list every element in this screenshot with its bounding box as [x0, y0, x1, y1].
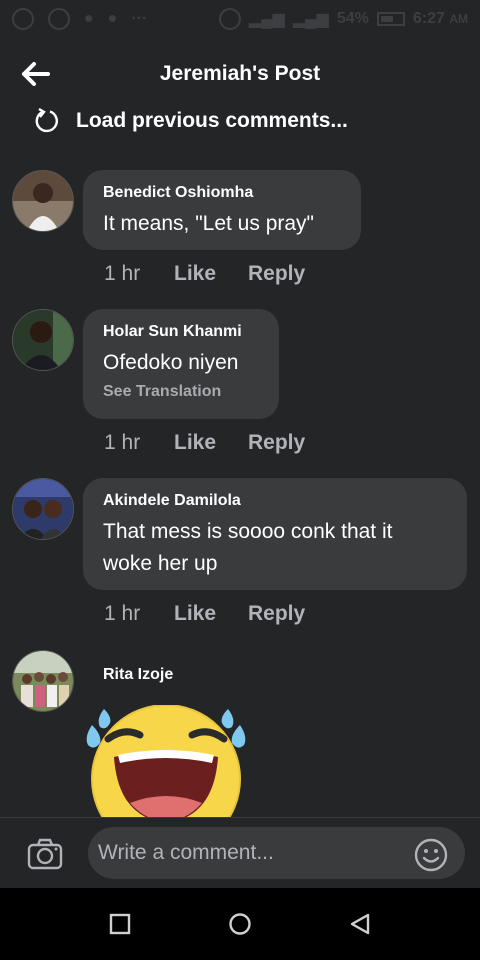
comment-bubble[interactable]: Akindele Damilola That mess is soooo con…: [83, 478, 467, 590]
comment-time: 1 hr: [104, 602, 141, 625]
load-previous-label: Load previous comments...: [76, 109, 348, 132]
system-nav-bar: [0, 888, 480, 960]
reply-button[interactable]: Reply: [248, 431, 305, 455]
comment-time: 1 hr: [104, 431, 141, 454]
reply-button[interactable]: Reply: [248, 602, 305, 626]
like-button[interactable]: Like: [174, 602, 248, 626]
home-icon[interactable]: [228, 912, 252, 936]
person-icon: ●: [107, 10, 118, 27]
avatar[interactable]: [12, 478, 74, 540]
comment-actions: 1 hr Like Reply: [104, 602, 305, 626]
shield-icon: [12, 8, 34, 30]
comment-author[interactable]: Akindele Damilola: [103, 492, 447, 510]
laughing-emoji-sticker[interactable]: [82, 705, 250, 817]
clock-time: 6:27: [412, 10, 445, 27]
avatar[interactable]: [12, 170, 74, 232]
avatar[interactable]: [12, 650, 74, 712]
signal-icon: ▂▄▆: [248, 11, 285, 28]
comment-text: It means, "Let us pray": [103, 212, 315, 235]
recent-apps-icon[interactable]: [108, 912, 132, 936]
comment-text: Ofedoko niyen: [103, 351, 239, 374]
like-button[interactable]: Like: [174, 262, 248, 286]
facebook-icon: [48, 8, 70, 30]
battery-icon: [376, 12, 405, 26]
comment-composer: [0, 817, 480, 889]
more-icon: ···: [131, 10, 148, 27]
battery-percent: 54%: [336, 10, 369, 27]
signal-icon: ▂▄▆: [292, 11, 329, 28]
header: Jeremiah's Post: [0, 52, 480, 96]
person-icon: ●: [84, 10, 94, 27]
avatar[interactable]: [12, 309, 74, 371]
alarm-icon: [218, 8, 241, 30]
reply-button[interactable]: Reply: [248, 262, 305, 286]
emoji-icon[interactable]: [414, 838, 448, 872]
page-title: Jeremiah's Post: [159, 62, 321, 85]
camera-icon[interactable]: [27, 838, 63, 870]
comment-time: 1 hr: [104, 262, 141, 285]
comment-text: That mess is soooo conk that it woke her…: [103, 520, 393, 575]
clock-ampm: AM: [449, 12, 468, 26]
see-translation-link[interactable]: See Translation: [103, 383, 259, 401]
clock: 6:27 AM: [413, 10, 468, 28]
comment-actions: 1 hr Like Reply: [104, 262, 305, 286]
back-icon[interactable]: [348, 912, 372, 936]
comment-author[interactable]: Benedict Oshiomha: [103, 184, 341, 202]
load-previous-comments-button[interactable]: Load previous comments...: [34, 108, 348, 134]
refresh-icon: [35, 108, 58, 133]
comment-author[interactable]: Holar Sun Khanmi: [103, 323, 259, 341]
comment-bubble[interactable]: Holar Sun Khanmi Ofedoko niyen See Trans…: [83, 309, 279, 419]
comment-author[interactable]: Rita Izoje: [103, 666, 173, 684]
status-bar: ● ● ··· ▂▄▆ ▂▄▆ 54% 6:27 AM: [0, 0, 480, 38]
comment-actions: 1 hr Like Reply: [104, 431, 305, 455]
like-button[interactable]: Like: [174, 431, 248, 455]
comment-input[interactable]: [88, 827, 465, 879]
comment-bubble[interactable]: Benedict Oshiomha It means, "Let us pray…: [83, 170, 361, 250]
